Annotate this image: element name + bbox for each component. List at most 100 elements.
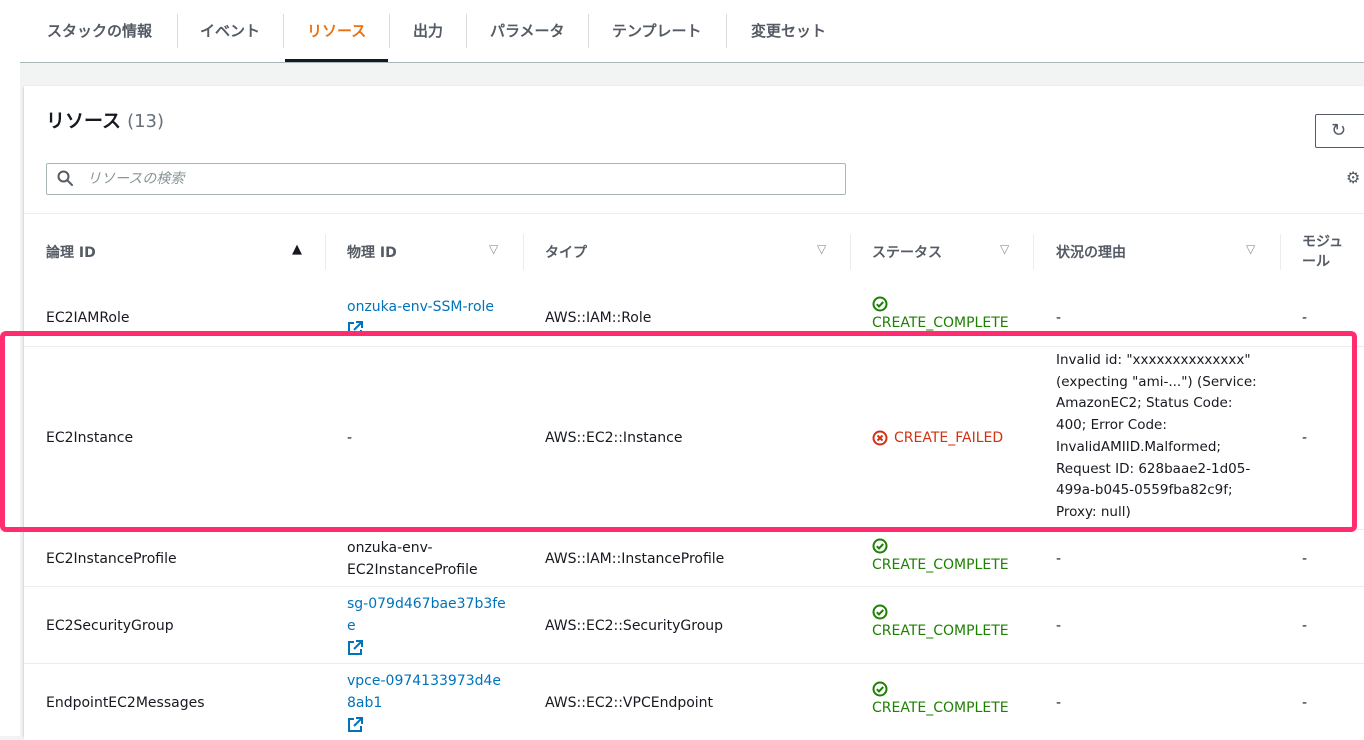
gear-icon[interactable]: ⚙ [1346,168,1360,187]
column-divider [325,234,326,270]
column-label: 論理 ID [46,245,96,261]
tab-parameters[interactable]: パラメータ [490,0,565,62]
status-reason: - [1056,618,1062,634]
column-header-module[interactable]: モジュール [1302,214,1354,290]
status-reason: - [1056,551,1062,567]
status: CREATE_COMPLETE [872,681,1009,719]
module: - [1302,430,1308,446]
module: - [1302,551,1308,567]
module: - [1302,618,1308,634]
resource-count: (13) [127,111,165,132]
column-header-type[interactable]: タイプ ▽ [545,214,835,290]
status: CREATE_COMPLETE [872,538,1009,576]
resource-type: AWS::EC2::SecurityGroup [545,618,724,634]
physical-id[interactable]: sg-079d467bae37b3fee [347,596,506,634]
resources-panel: リソース(13) ↻ ⚙ 論理 ID ▲ 物理 ID ▽ タイプ ▽ ステータス… [24,86,1364,740]
physical-id[interactable]: vpce-0974133973d4e8ab1 [347,673,501,711]
physical-id[interactable]: onzuka-env-SSM-role [347,299,494,315]
external-link-icon[interactable] [347,717,363,733]
physical-id-link[interactable]: vpce-0974133973d4e8ab1 [347,670,507,733]
physical-id: - [347,430,353,446]
table-row: EC2InstanceProfile onzuka-env-EC2Instanc… [24,530,1364,587]
logical-id: EC2InstanceProfile [46,551,177,567]
tab-resources[interactable]: リソース [307,0,366,62]
physical-id-link[interactable]: onzuka-env-SSM-role [347,296,517,337]
tab-stack-info[interactable]: スタックの情報 [47,0,152,62]
table-row: EndpointEC2Messages vpce-0974133973d4e8a… [24,664,1364,740]
panel-title: リソース (13) [46,106,164,133]
status: CREATE_COMPLETE [872,604,1009,642]
resource-type: AWS::IAM::InstanceProfile [545,551,725,567]
status-text: CREATE_COMPLETE [872,623,1009,639]
column-header-status-reason[interactable]: 状況の理由 ▽ [1056,214,1266,290]
success-check-icon [872,296,888,312]
resource-type: AWS::EC2::Instance [545,430,683,446]
column-divider [1280,234,1281,270]
tab-change-sets[interactable]: 変更セット [751,0,826,62]
column-header-logical-id[interactable]: 論理 ID ▲ [46,214,306,290]
column-header-physical-id[interactable]: 物理 ID ▽ [347,214,507,290]
table-row: EC2Instance - AWS::EC2::Instance CREATE_… [24,347,1364,530]
table-row: EC2SecurityGroup sg-079d467bae37b3fee AW… [24,587,1364,664]
tab-events[interactable]: イベント [200,0,260,62]
tab-divider [389,14,390,48]
sort-caret-icon[interactable]: ▽ [1000,242,1009,256]
logical-id: EndpointEC2Messages [46,695,205,711]
tab-divider [726,14,727,48]
status-reason: Invalid id: "xxxxxxxxxxxxxx" (expecting … [1056,352,1257,520]
physical-id: onzuka-env-EC2InstanceProfile [347,540,478,578]
physical-id-link[interactable]: sg-079d467bae37b3fee [347,593,507,656]
column-divider [1033,234,1034,270]
table-header: 論理 ID ▲ 物理 ID ▽ タイプ ▽ ステータス ▽ 状況の理由 ▽ モジ… [24,213,1364,291]
resource-type: AWS::EC2::VPCEndpoint [545,695,714,711]
status-text: CREATE_COMPLETE [872,700,1009,716]
tab-divider [588,14,589,48]
tab-divider [466,14,467,48]
module: - [1302,695,1308,711]
search-icon [57,170,73,186]
status-text: CREATE_COMPLETE [872,315,1009,331]
tab-bar: スタックの情報 イベント リソース 出力 パラメータ テンプレート 変更セット [20,0,1364,63]
status-text: CREATE_FAILED [894,430,1004,446]
sort-caret-icon[interactable]: ▽ [489,242,498,256]
success-check-icon [872,604,888,620]
column-divider [850,234,851,270]
search-box [46,163,846,195]
success-check-icon [872,538,888,554]
status: CREATE_FAILED [872,427,1003,449]
column-label: モジュール [1302,234,1344,270]
external-link-icon[interactable] [347,321,363,337]
tab-template[interactable]: テンプレート [612,0,702,62]
column-label: 物理 ID [347,245,397,261]
table-row: EC2IAMRole onzuka-env-SSM-role AWS::IAM:… [24,290,1364,347]
refresh-icon: ↻ [1331,120,1347,141]
status-reason: - [1056,310,1062,326]
success-check-icon [872,681,888,697]
resource-type: AWS::IAM::Role [545,310,652,326]
status-reason: - [1056,695,1062,711]
column-header-status[interactable]: ステータス ▽ [872,214,1022,290]
error-x-icon [872,430,888,446]
status: CREATE_COMPLETE [872,296,1009,334]
tab-divider [283,14,284,48]
logical-id: EC2SecurityGroup [46,618,174,634]
column-label: タイプ [545,245,587,261]
sort-caret-icon[interactable]: ▽ [817,242,826,256]
search-input[interactable] [85,167,829,191]
column-divider [523,234,524,270]
external-link-icon[interactable] [347,640,363,656]
module: - [1302,310,1308,326]
tab-outputs[interactable]: 出力 [413,0,443,62]
column-label: ステータス [872,245,942,261]
column-label: 状況の理由 [1056,245,1126,261]
tab-divider [177,14,178,48]
left-strip [0,0,20,736]
active-tab-indicator [285,59,388,62]
refresh-button[interactable]: ↻ [1315,114,1364,148]
logical-id: EC2Instance [46,430,134,446]
panel-title-text: リソース [46,110,122,132]
logical-id: EC2IAMRole [46,310,130,326]
status-text: CREATE_COMPLETE [872,557,1009,573]
sort-ascending-icon[interactable]: ▲ [292,242,302,257]
sort-caret-icon[interactable]: ▽ [1246,242,1255,256]
